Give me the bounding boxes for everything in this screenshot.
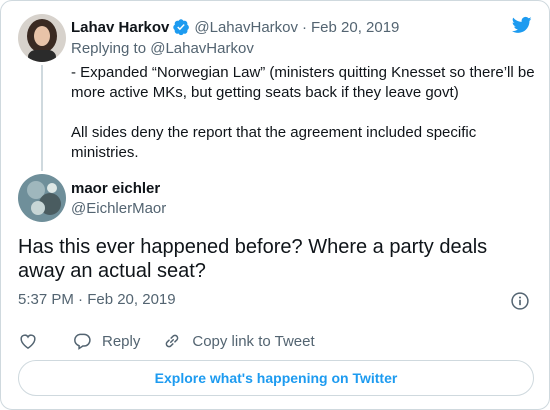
tweet1-paragraph: - Expanded “Norwegian Law” (ministers qu… bbox=[71, 64, 535, 101]
separator-dot: · bbox=[302, 18, 307, 36]
embedded-tweet-card: Lahav Harkov @LahavHarkov · Feb 20, 2019… bbox=[0, 0, 550, 410]
author-handle[interactable]: @EichlerMaor bbox=[71, 200, 166, 217]
lahav-harkov-avatar-image bbox=[18, 14, 66, 62]
tweet1-header: Lahav Harkov @LahavHarkov · Feb 20, 2019 bbox=[71, 18, 399, 36]
avatar[interactable] bbox=[18, 174, 66, 222]
copy-link-button[interactable]: Copy link to Tweet bbox=[162, 331, 315, 351]
tweet1-text: - Expanded “Norwegian Law” (ministers qu… bbox=[71, 63, 541, 163]
thread-connector-line bbox=[41, 65, 43, 171]
info-icon[interactable] bbox=[510, 291, 530, 311]
reply-icon bbox=[74, 333, 91, 350]
avatar[interactable] bbox=[18, 14, 66, 62]
tweet-actions: Reply Copy link to Tweet bbox=[18, 331, 315, 351]
tweet-timestamp[interactable]: 5:37 PM · Feb 20, 2019 bbox=[18, 291, 176, 308]
heart-icon bbox=[20, 334, 36, 349]
reply-label: Reply bbox=[102, 332, 141, 350]
link-icon bbox=[166, 334, 179, 348]
tweet1-paragraph: All sides deny the report that the agree… bbox=[71, 124, 477, 161]
author-name[interactable]: maor eichler bbox=[71, 180, 160, 197]
explore-twitter-button[interactable]: Explore what's happening on Twitter bbox=[18, 360, 534, 396]
verified-badge-icon bbox=[173, 19, 190, 36]
maor-eichler-avatar-image bbox=[18, 174, 66, 222]
reply-button[interactable]: Reply bbox=[72, 331, 140, 351]
copy-link-label: Copy link to Tweet bbox=[192, 332, 315, 350]
author-name[interactable]: Lahav Harkov bbox=[71, 19, 169, 36]
author-handle[interactable]: @LahavHarkov bbox=[194, 19, 298, 36]
tweet-date[interactable]: Feb 20, 2019 bbox=[311, 19, 399, 36]
tweet2-text: Has this ever happened before? Where a p… bbox=[18, 236, 488, 282]
twitter-logo-icon[interactable] bbox=[511, 15, 533, 35]
replying-to[interactable]: Replying to @LahavHarkov bbox=[71, 40, 254, 57]
like-button[interactable] bbox=[18, 331, 38, 351]
